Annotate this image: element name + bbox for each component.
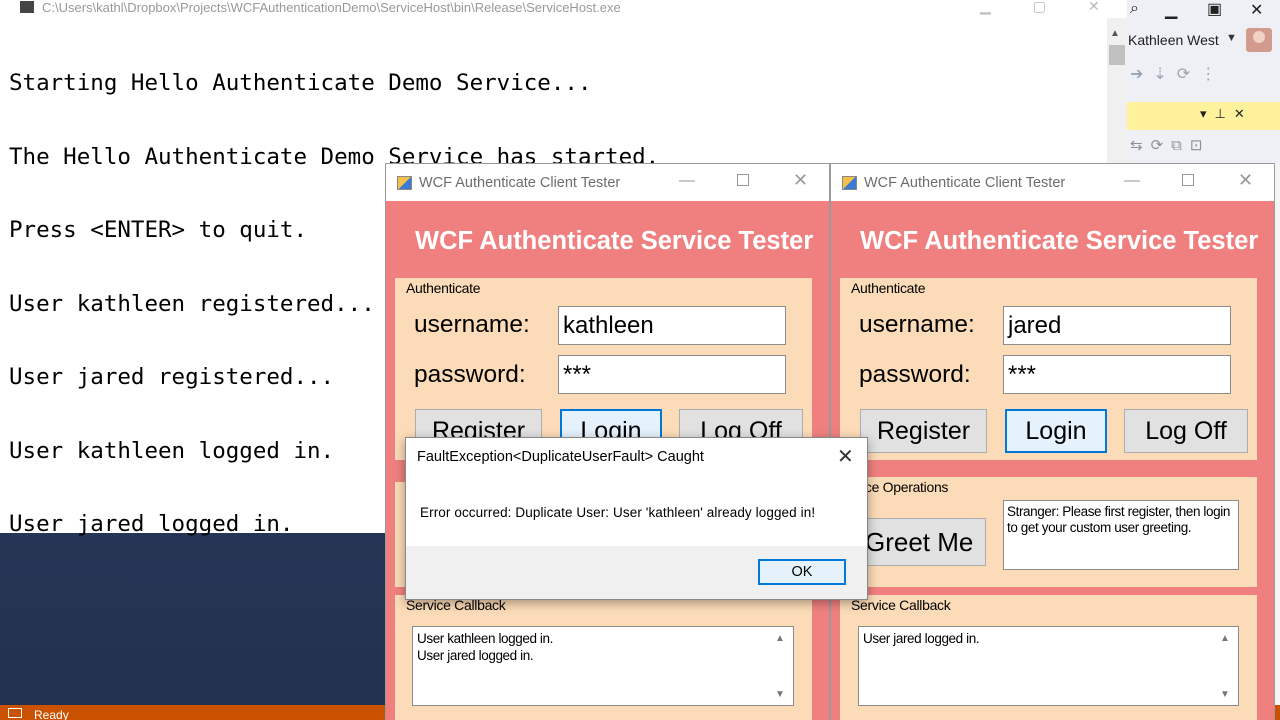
- close-icon[interactable]: ✕: [1238, 170, 1253, 191]
- ok-button[interactable]: OK: [758, 559, 846, 585]
- password-label: password:: [414, 361, 526, 388]
- scroll-up-icon[interactable]: ▲: [1220, 631, 1230, 648]
- service-operations-group: rvice Operations Greet Me Stranger: Plea…: [840, 477, 1257, 587]
- window-app-icon: [842, 176, 857, 190]
- service-callback-group: Service Callback User jared logged in. ▲…: [840, 595, 1257, 720]
- fault-dialog: FaultException<DuplicateUserFault> Caugh…: [405, 437, 868, 600]
- logoff-button[interactable]: Log Off: [1124, 409, 1248, 453]
- dialog-title: FaultException<DuplicateUserFault> Caugh…: [417, 449, 704, 465]
- password-label: password:: [859, 361, 971, 388]
- window-app-icon: [397, 176, 412, 190]
- client-tester-window-2: WCF Authenticate Client Tester — ✕ WCF A…: [830, 163, 1275, 720]
- username-label: username:: [414, 311, 530, 338]
- console-line: Starting Hello Authenticate Demo Service…: [9, 70, 592, 96]
- callback-log[interactable]: User kathleen logged in. User jared logg…: [412, 626, 794, 706]
- scroll-down-icon[interactable]: ▼: [1220, 687, 1230, 704]
- window-title: WCF Authenticate Client Tester: [864, 175, 1066, 191]
- dialog-message: Error occurred: Duplicate User: User 'ka…: [420, 505, 816, 520]
- status-icon: [8, 708, 22, 718]
- scroll-up-icon[interactable]: ▲: [1110, 28, 1120, 39]
- password-field[interactable]: ***: [558, 355, 786, 394]
- minimize-icon[interactable]: —: [1124, 172, 1140, 190]
- minimize-icon[interactable]: —: [679, 172, 695, 190]
- desktop: ⌕ ▁ ▣ ✕ Kathleen West ▼ ➔⇣⟳⋮ ▾⊥✕ ⇆⟳⧉⊡ Re…: [0, 0, 1280, 720]
- pin-icon[interactable]: ▾⊥✕: [1200, 106, 1253, 122]
- scroll-down-icon[interactable]: ▼: [775, 687, 785, 704]
- tester-heading: WCF Authenticate Service Tester: [860, 227, 1259, 255]
- account-name[interactable]: Kathleen West: [1128, 32, 1219, 48]
- minimize-icon[interactable]: ▁: [1165, 0, 1177, 20]
- password-field[interactable]: ***: [1003, 355, 1231, 394]
- authenticate-group: Authenticate username: jared password: *…: [840, 278, 1257, 460]
- console-window-buttons[interactable]: ▁▢✕: [980, 0, 1142, 15]
- group-label: Authenticate: [406, 280, 481, 296]
- maximize-icon[interactable]: [737, 174, 749, 186]
- scroll-up-icon[interactable]: ▲: [775, 631, 785, 648]
- close-icon[interactable]: ✕: [837, 444, 854, 469]
- tool-window-toolbar-icons[interactable]: ⇆⟳⧉⊡: [1130, 136, 1210, 154]
- greeting-output: Stranger: Please first register, then lo…: [1003, 500, 1239, 570]
- register-button[interactable]: Register: [860, 409, 987, 453]
- ide-toolbar-icons[interactable]: ➔⇣⟳⋮: [1130, 64, 1280, 86]
- service-callback-group: Service Callback User kathleen logged in…: [395, 595, 812, 720]
- chevron-down-icon[interactable]: ▼: [1226, 32, 1237, 44]
- maximize-icon[interactable]: ▣: [1207, 0, 1222, 19]
- list-item: User jared logged in.: [417, 647, 534, 663]
- login-button[interactable]: Login: [1005, 409, 1107, 453]
- list-item: User jared logged in.: [863, 631, 980, 646]
- callback-log[interactable]: User jared logged in. ▲ ▼: [858, 626, 1239, 706]
- scroll-thumb[interactable]: [1109, 45, 1125, 65]
- username-field[interactable]: kathleen: [558, 306, 786, 345]
- authenticate-group: Authenticate username: kathleen password…: [395, 278, 812, 460]
- close-icon[interactable]: ✕: [1250, 0, 1263, 20]
- group-label: Authenticate: [851, 280, 926, 296]
- window-title: WCF Authenticate Client Tester: [419, 175, 621, 191]
- status-text: Ready: [34, 708, 69, 720]
- close-icon[interactable]: ✕: [793, 170, 808, 191]
- user-avatar-icon[interactable]: [1246, 28, 1272, 52]
- console-app-icon: [20, 1, 34, 13]
- username-label: username:: [859, 311, 975, 338]
- username-field[interactable]: jared: [1003, 306, 1231, 345]
- list-item: User kathleen logged in.: [417, 631, 553, 646]
- maximize-icon[interactable]: [1182, 174, 1194, 186]
- tester-heading: WCF Authenticate Service Tester: [415, 227, 814, 255]
- console-title: C:\Users\kathl\Dropbox\Projects\WCFAuthe…: [42, 0, 621, 15]
